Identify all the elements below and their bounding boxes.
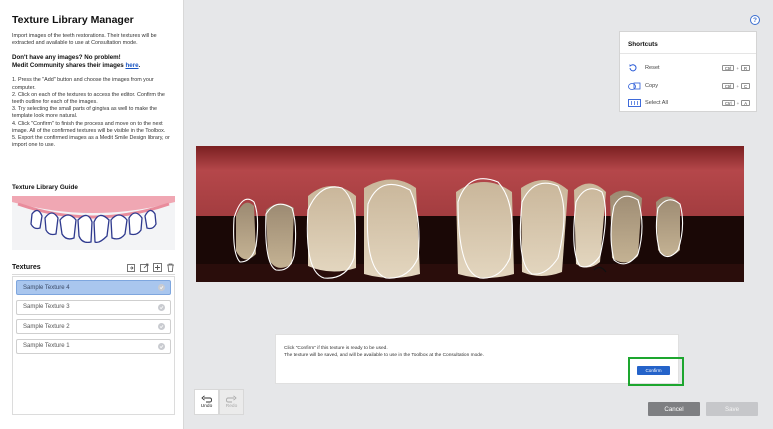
history-controls: Undo Redo [194, 389, 244, 415]
texture-item[interactable]: Sample Texture 1 [16, 338, 171, 354]
community-link[interactable]: here [125, 62, 138, 69]
texture-label: Sample Texture 3 [23, 304, 70, 311]
check-icon [158, 342, 165, 350]
teeth-photo[interactable] [196, 146, 744, 282]
key-plus: + [736, 100, 740, 106]
shortcut-select-all: Select All Ctrl + A [628, 98, 750, 108]
help-icon[interactable]: ? [750, 15, 760, 25]
undo-button[interactable]: Undo [194, 389, 219, 415]
shortcut-reset: Reset Ctrl + R [628, 63, 750, 73]
export-icon[interactable] [140, 263, 149, 272]
key-plus: + [736, 65, 739, 71]
select-all-icon [628, 99, 641, 107]
key-cap: R [740, 65, 750, 71]
texture-item[interactable]: Sample Texture 3 [16, 299, 171, 315]
community-text: Medit Community shares their images [12, 62, 126, 70]
texture-label: Sample Texture 2 [23, 323, 70, 330]
key-cap: C [740, 83, 750, 89]
cancel-button[interactable]: Cancel [648, 402, 700, 416]
confirm-line: Click "Confirm" if this texture is ready… [284, 346, 388, 351]
texture-label: Sample Texture 1 [23, 343, 70, 350]
trash-icon[interactable] [166, 263, 175, 272]
instruction-step: 3. Try selecting the small parts of ging… [12, 106, 158, 120]
check-icon [158, 323, 165, 331]
undo-label: Undo [200, 404, 213, 409]
guide-illustration [12, 196, 175, 250]
instructions-list: 1. Press the "Add" button and choose the… [12, 77, 172, 149]
texture-item[interactable]: Sample Texture 2 [16, 319, 171, 335]
copy-icon [628, 82, 641, 90]
texture-label: Sample Texture 4 [23, 284, 70, 291]
check-icon [158, 284, 165, 291]
key-cap: A [741, 100, 750, 106]
add-icon[interactable] [153, 263, 162, 272]
import-icon[interactable] [127, 263, 136, 272]
instruction-step: 5. Export the confirmed images as a Medi… [12, 135, 170, 149]
instruction-step: 1. Press the "Add" button and choose the… [12, 77, 154, 91]
textures-header: Textures [12, 261, 175, 275]
key-cap: Ctrl [721, 65, 735, 71]
textures-list: Sample Texture 4 Sample Texture 3 Sample… [12, 276, 175, 415]
community-period: . [138, 62, 141, 70]
no-images-heading: Don't have any images? No problem! [12, 54, 121, 62]
intro-text: Import images of the teeth restorations.… [12, 33, 157, 47]
reset-icon [628, 64, 641, 72]
instruction-step: 4. Click "Confirm" to finish the process… [12, 120, 166, 134]
redo-label: Redo [225, 404, 238, 409]
shortcut-copy: Copy Ctrl + C [628, 81, 750, 91]
confirm-panel: Click "Confirm" if this texture is ready… [275, 334, 679, 384]
check-icon [158, 303, 165, 311]
textures-toolbar [127, 263, 175, 272]
shortcuts-title: Shortcuts [620, 32, 756, 54]
guide-title: Texture Library Guide [12, 184, 78, 191]
redo-button[interactable]: Redo [219, 389, 244, 415]
redo-icon [226, 395, 237, 403]
key-cap: Ctrl [721, 83, 735, 89]
confirm-message: Click "Confirm" if this texture is ready… [284, 346, 484, 359]
texture-item-selected[interactable]: Sample Texture 4 [16, 280, 171, 295]
key-plus: + [736, 83, 739, 89]
shortcut-label: Select All [645, 100, 669, 106]
key-cap: Ctrl [722, 100, 735, 106]
shortcut-label: Reset [645, 65, 660, 71]
panel-title: Texture Library Manager [12, 14, 134, 26]
shortcut-label: Copy [645, 83, 659, 89]
textures-title: Textures [12, 264, 41, 271]
undo-icon [201, 395, 212, 403]
confirm-line: The texture will be saved, and will be a… [284, 352, 484, 358]
shortcuts-panel: Shortcuts Reset Ctrl + R Copy Ctrl + C S… [619, 31, 757, 112]
save-button[interactable]: Save [706, 402, 758, 416]
confirm-button[interactable]: Confirm [637, 366, 670, 375]
community-line: Medit Community shares their images here… [12, 62, 172, 70]
instruction-step: 2. Click on each of the textures to acce… [12, 91, 165, 106]
